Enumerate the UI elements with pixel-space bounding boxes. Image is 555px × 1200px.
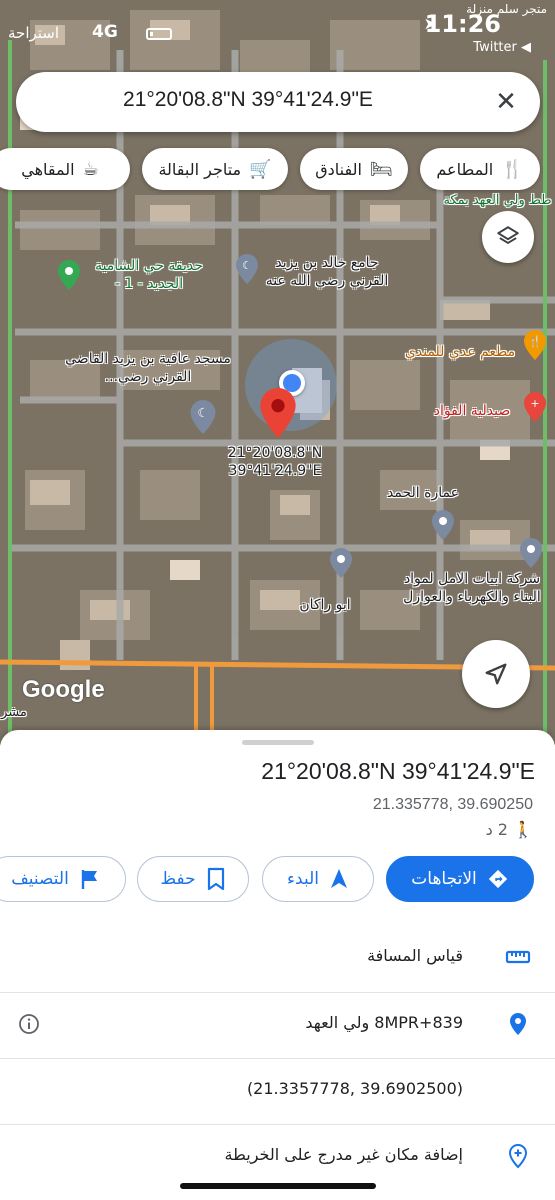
close-icon[interactable]: ✕ xyxy=(490,86,522,118)
coordinates-text: (21.3357778, 39.6902500) xyxy=(246,1079,463,1098)
start-label: البدء xyxy=(287,869,319,889)
dropped-pin-icon[interactable] xyxy=(260,388,296,438)
action-buttons: الاتجاهات البدء حفظ التصنيف xyxy=(0,856,555,904)
pin-longitude: 39°41'24.9"E xyxy=(228,463,322,479)
grocery-cart-icon: 🛒 xyxy=(249,158,272,180)
flag-icon xyxy=(81,870,97,889)
status-bar: استراحة 4G ➤ 11:26 Twitter ◀ متجر سلم من… xyxy=(0,0,555,55)
layers-button[interactable] xyxy=(482,211,534,263)
chip-restaurants[interactable]: 🍴 المطاعم xyxy=(420,148,540,190)
chip-label: متاجر البقالة xyxy=(158,159,242,179)
restaurant-icon: 🍴 xyxy=(501,158,524,180)
save-button[interactable]: حفظ xyxy=(137,856,249,902)
network-type: 4G xyxy=(92,22,118,42)
navigation-arrow-icon xyxy=(485,663,507,685)
pin-latitude: 21°20'08.8"N xyxy=(227,445,323,461)
poi-label-park[interactable]: حديقة حي الشامية الجديد - 1 - xyxy=(84,257,214,293)
pin-coordinates-label: 21°20'08.8"N 39°41'24.9"E xyxy=(210,444,340,480)
layers-icon xyxy=(497,226,519,244)
directions-button[interactable]: الاتجاهات xyxy=(386,856,534,902)
restaurant-marker-icon[interactable]: 🍴 xyxy=(524,330,546,360)
chip-grocery[interactable]: 🛒 متاجر البقالة xyxy=(142,148,288,190)
place-marker-icon[interactable] xyxy=(520,538,542,568)
place-title: 21°20'08.8"N 39°41'24.9"E xyxy=(261,758,535,784)
poi-label-company[interactable]: شركة ابيات الامل لمواد البناء والكهرباء … xyxy=(396,570,548,606)
walk-icon: 🚶 xyxy=(513,820,533,839)
label-label: التصنيف xyxy=(11,869,69,889)
category-chips: 🍴 المطاعم 🛏 الفنادق 🛒 متاجر البقالة ☕ ال… xyxy=(0,148,555,192)
place-marker-icon[interactable] xyxy=(432,510,454,540)
start-button[interactable]: البدء xyxy=(262,856,374,902)
sheet-grabber[interactable] xyxy=(242,740,314,745)
home-indicator[interactable] xyxy=(180,1183,376,1189)
mosque-marker-icon[interactable]: ☾ xyxy=(236,254,258,284)
chip-hotels[interactable]: 🛏 الفنادق xyxy=(300,148,408,190)
poi-label-building[interactable]: عمارة الحمد xyxy=(384,484,462,502)
save-label: حفظ xyxy=(160,869,196,889)
map-view[interactable]: استراحة 4G ➤ 11:26 Twitter ◀ متجر سلم من… xyxy=(0,0,555,745)
hotel-icon: 🛏 xyxy=(369,158,393,180)
coffee-icon: ☕ xyxy=(82,158,99,180)
svg-text:☾: ☾ xyxy=(242,259,252,272)
carrier-name: استراحة xyxy=(8,24,60,42)
google-logo: Google xyxy=(22,676,105,703)
park-marker-icon[interactable] xyxy=(58,260,80,290)
my-location-button[interactable] xyxy=(462,640,530,708)
chip-label: الفنادق xyxy=(315,159,362,179)
place-sheet[interactable]: 21°20'08.8"N 39°41'24.9"E 21.335778, 39.… xyxy=(0,730,555,1200)
coordinates-row[interactable]: (21.3357778, 39.6902500) xyxy=(0,1058,555,1122)
directions-label: الاتجاهات xyxy=(411,869,477,889)
svg-text:🍴: 🍴 xyxy=(528,335,542,348)
chip-cafes[interactable]: ☕ المقاهي xyxy=(0,148,130,190)
poi-label-restaurant[interactable]: مطعم عدي للمندي xyxy=(398,343,522,361)
label-button[interactable]: التصنيف xyxy=(0,856,126,902)
ruler-icon xyxy=(505,950,531,964)
battery-icon xyxy=(146,28,172,40)
walk-time-text: 2 د xyxy=(485,820,508,839)
add-location-icon xyxy=(508,1143,528,1169)
mosque-marker-icon[interactable]: ☾ xyxy=(190,400,216,434)
bookmark-icon xyxy=(207,867,224,891)
poi-label-abu-rakan[interactable]: ابو راكان xyxy=(290,596,360,614)
decimal-coordinates: 21.335778, 39.690250 xyxy=(372,796,533,813)
search-query[interactable]: 21°20'08.8"N 39°41'24.9"E xyxy=(16,88,480,112)
svg-text:☾: ☾ xyxy=(197,405,208,420)
road-label: طط ولي العهد بمكة xyxy=(443,193,552,208)
measure-distance-label: قياس المسافة xyxy=(367,946,463,965)
back-to-app[interactable]: Twitter ◀ xyxy=(473,40,531,55)
info-icon[interactable] xyxy=(18,1013,40,1035)
search-bar[interactable]: 21°20'08.8"N 39°41'24.9"E ✕ xyxy=(16,72,540,132)
poi-label-pharmacy[interactable]: صيدلية الفؤاد xyxy=(424,402,520,420)
chip-label: المقاهي xyxy=(21,159,75,179)
add-place-row[interactable]: إضافة مكان غير مدرج على الخريطة xyxy=(0,1124,555,1188)
svg-text:+: + xyxy=(530,397,539,410)
add-place-label: إضافة مكان غير مدرج على الخريطة xyxy=(224,1145,463,1164)
poi-label-mosque-afia[interactable]: مسجد عافية بن يزيد القاضي القرني رضي... xyxy=(60,350,236,386)
walking-time: 🚶 2 د xyxy=(486,820,533,839)
navigation-icon xyxy=(330,869,347,888)
directions-icon xyxy=(488,869,507,889)
status-poi-label: متجر سلم منزلة xyxy=(466,2,547,16)
poi-label-edge: مشر xyxy=(1,705,27,720)
poi-label-mosque-khalid[interactable]: جامع خالد بن يزيد القرني رضي الله عنه xyxy=(262,254,392,290)
pharmacy-marker-icon[interactable]: + xyxy=(524,392,546,422)
place-marker-icon[interactable] xyxy=(330,548,352,578)
chip-label: المطاعم xyxy=(436,159,494,179)
location-pin-icon xyxy=(510,1013,526,1035)
measure-distance-row[interactable]: قياس المسافة xyxy=(0,926,555,990)
plus-code-row[interactable]: 8MPR+839 ولي العهد xyxy=(0,992,555,1056)
plus-code-text: 8MPR+839 ولي العهد xyxy=(305,1013,463,1032)
